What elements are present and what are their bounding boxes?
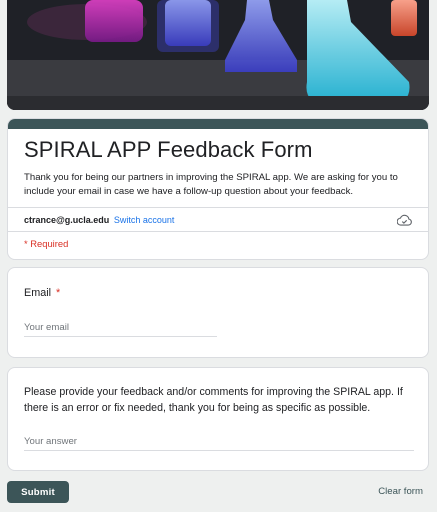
email-question-label: Email *	[24, 287, 60, 299]
email-question-card: Email *	[7, 267, 429, 358]
feedback-question-label: Please provide your feedback and/or comm…	[24, 386, 403, 414]
account-email: ctrance@g.ucla.edu	[24, 215, 110, 225]
feedback-question-card: Please provide your feedback and/or comm…	[7, 367, 429, 471]
feedback-input[interactable]	[24, 436, 414, 451]
email-label-text: Email	[24, 287, 51, 299]
card-accent-bar	[8, 119, 428, 129]
form-title: SPIRAL APP Feedback Form	[24, 137, 313, 162]
required-asterisk: *	[56, 287, 61, 299]
submit-button[interactable]: Submit	[7, 481, 69, 503]
email-input[interactable]	[24, 322, 217, 337]
account-row: ctrance@g.ucla.edu Switch account	[24, 215, 174, 225]
divider	[8, 207, 428, 208]
form-description: Thank you for being our partners in impr…	[24, 172, 398, 197]
cloud-save-icon[interactable]	[396, 213, 412, 226]
form-header-card: SPIRAL APP Feedback Form Thank you for b…	[7, 118, 429, 260]
header-banner-image	[7, 0, 429, 110]
divider	[8, 231, 428, 232]
switch-account-link[interactable]: Switch account	[114, 215, 175, 225]
required-note: * Required	[24, 238, 69, 249]
clear-form-button[interactable]: Clear form	[378, 486, 423, 497]
